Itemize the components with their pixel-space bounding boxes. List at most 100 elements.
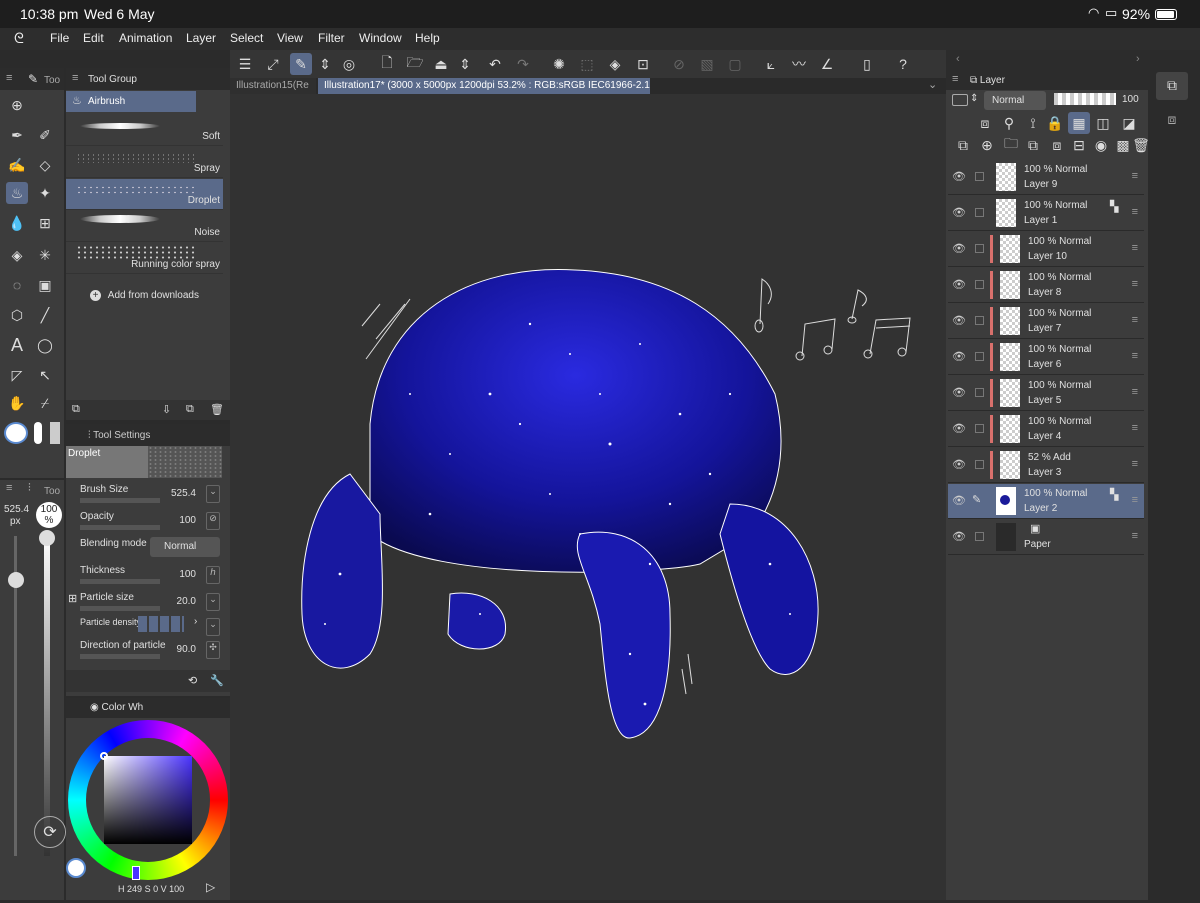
wrench-icon[interactable]: 🔧: [210, 674, 224, 687]
deselect-icon[interactable]: ⊘: [668, 53, 690, 75]
layer-color-icon[interactable]: [952, 94, 968, 106]
reset-icon[interactable]: ⟲: [188, 674, 197, 687]
layer-menu-icon[interactable]: ≡: [1132, 386, 1138, 398]
eye-icon[interactable]: 👁: [952, 170, 966, 183]
lock-icon[interactable]: 🔒: [1044, 112, 1066, 134]
layer-checkbox[interactable]: [975, 460, 984, 469]
current-color-swatch[interactable]: [66, 858, 86, 878]
layer-row-selected[interactable]: 👁 ✎ 100 % Normal Layer 2 ▚ ≡: [948, 484, 1144, 519]
menu-view[interactable]: View: [277, 31, 303, 45]
particle-size-pressure-icon[interactable]: ⌄: [206, 593, 220, 611]
setting-direction-of-particle[interactable]: Direction of particle 90.0 ✣: [66, 636, 222, 662]
ruler-icon[interactable]: ⟀: [760, 53, 782, 75]
transparent-swatch[interactable]: [50, 422, 60, 444]
device-icon[interactable]: ▯: [856, 53, 878, 75]
copy-icon[interactable]: ⧉: [186, 403, 194, 416]
lasso-tool-icon[interactable]: ◌: [6, 274, 28, 296]
direction-bar[interactable]: [80, 654, 160, 659]
layer-menu-icon[interactable]: ≡: [1132, 422, 1138, 434]
add-from-downloads-button[interactable]: + Add from downloads: [90, 290, 199, 301]
tab-illustration17[interactable]: Illustration17* (3000 x 5000px 1200dpi 5…: [318, 78, 650, 94]
eye-icon[interactable]: 👁: [952, 350, 966, 363]
layer-opacity-value[interactable]: 100: [1122, 94, 1139, 105]
line-icon[interactable]: ∠: [816, 53, 838, 75]
setting-blending-mode[interactable]: Blending mode Normal: [66, 534, 222, 560]
mask-enable-icon[interactable]: ◫: [1092, 112, 1114, 134]
thickness-value[interactable]: 100: [179, 569, 196, 580]
brush-mode-icon[interactable]: ✎: [290, 53, 312, 75]
fit-view-icon[interactable]: ⤢: [262, 53, 284, 75]
fill-icon[interactable]: ◈: [604, 53, 626, 75]
saturation-value-square[interactable]: [104, 756, 192, 844]
rotate-icon[interactable]: ⟳: [34, 816, 66, 848]
panel-settings-icon[interactable]: ⧉: [72, 403, 80, 416]
reference-icon[interactable]: ⚲: [998, 112, 1020, 134]
updown3-icon[interactable]: ⇕: [970, 93, 978, 104]
eye-icon[interactable]: 👁: [952, 206, 966, 219]
combine-icon[interactable]: ⊟: [1068, 134, 1090, 156]
layer-checkbox[interactable]: [975, 316, 984, 325]
tool-settings-tab[interactable]: ⫶ Tool Settings: [88, 430, 150, 441]
layer-row[interactable]: 👁 100 % Normal Layer 4 ≡: [948, 412, 1144, 447]
size-slider-thumb[interactable]: [8, 572, 24, 588]
eye-icon[interactable]: 👁: [952, 278, 966, 291]
layer-menu-icon[interactable]: ≡: [1132, 494, 1138, 506]
brush-tab-icon[interactable]: ✎: [28, 72, 38, 86]
brush-size-bar[interactable]: [80, 498, 160, 503]
eye-icon[interactable]: 👁: [952, 242, 966, 255]
airbrush-tool-icon[interactable]: ♨: [6, 182, 28, 204]
layer-checkbox[interactable]: [975, 208, 984, 217]
airbrush-category[interactable]: ♨ Airbrush: [66, 91, 196, 112]
blend-tool-icon[interactable]: 💧: [6, 212, 28, 234]
particle-size-value[interactable]: 20.0: [177, 596, 196, 607]
undo-icon[interactable]: ↶: [484, 53, 506, 75]
frame-tool-icon[interactable]: ◸: [6, 364, 28, 386]
layer-row-paper[interactable]: 👁 ▣ Paper ≡: [948, 520, 1144, 555]
menu-window[interactable]: Window: [359, 31, 402, 45]
expand-icon[interactable]: ⌄: [206, 485, 220, 503]
layer-checkbox[interactable]: [975, 424, 984, 433]
opacity-bar[interactable]: [80, 525, 160, 530]
layer-row[interactable]: 👁 100 % Normal Layer 6 ≡: [948, 340, 1144, 375]
new-file-icon[interactable]: 🗋: [376, 53, 398, 75]
open-folder-icon[interactable]: 🗁: [404, 53, 426, 75]
expand-plus-icon[interactable]: ⊞: [68, 592, 77, 605]
loading-icon[interactable]: ✺: [548, 53, 570, 75]
brush-running-color-spray[interactable]: Running color spray: [66, 243, 223, 274]
eye-icon[interactable]: 👁: [952, 494, 966, 507]
layer-tab[interactable]: ⧉ Layer: [970, 75, 1005, 86]
download-tool-icon[interactable]: ⊕: [6, 94, 28, 116]
hue-handle[interactable]: [132, 866, 140, 880]
layer-row[interactable]: 👁 100 % Normal Layer 7 ≡: [948, 304, 1144, 339]
thickness-pressure-icon[interactable]: ℎ: [206, 566, 220, 584]
layer-checkbox[interactable]: [975, 352, 984, 361]
layer-menu-icon[interactable]: ≡: [1132, 170, 1138, 182]
main-color-swatch[interactable]: [4, 422, 28, 444]
menu-animation[interactable]: Animation: [119, 31, 172, 45]
grid-tool-icon[interactable]: ⊞: [34, 212, 56, 234]
particle-size-bar[interactable]: [80, 606, 160, 611]
color-wheel-tab[interactable]: ◉ Color Wh: [90, 702, 143, 713]
layer-row[interactable]: 👁 100 % Normal Layer 1 ▚ ≡: [948, 196, 1144, 231]
menu-layer[interactable]: Layer: [186, 31, 216, 45]
updown2-icon[interactable]: ⇕: [454, 53, 476, 75]
drawing-canvas[interactable]: [230, 94, 946, 900]
direction-value[interactable]: 90.0: [177, 644, 196, 655]
operation-tool-icon[interactable]: ↖: [34, 364, 56, 386]
new-raster-icon[interactable]: ⧉: [952, 134, 974, 156]
add-mask-icon[interactable]: ◉: [1090, 134, 1112, 156]
setting-thickness[interactable]: Thickness 100 ℎ: [66, 561, 222, 587]
ruler-show-icon[interactable]: ◪: [1118, 112, 1140, 134]
layer-checkbox[interactable]: [975, 280, 984, 289]
eye-icon[interactable]: 👁: [952, 530, 966, 543]
menu-file[interactable]: File: [50, 31, 69, 45]
eye-icon[interactable]: 👁: [952, 386, 966, 399]
eyedropper-icon[interactable]: ⌿: [34, 392, 56, 414]
chevron-right-icon[interactable]: ›: [194, 616, 197, 627]
opacity-pressure-icon[interactable]: ⊘: [206, 512, 220, 530]
layer-row[interactable]: 👁 100 % Normal Layer 9 ≡: [948, 160, 1144, 195]
layer-row[interactable]: 👁 100 % Normal Layer 10 ≡: [948, 232, 1144, 267]
tool-group-tab[interactable]: Tool Group: [88, 74, 137, 85]
layer-menu-icon[interactable]: ≡: [1132, 278, 1138, 290]
save-icon[interactable]: ⏏: [430, 53, 452, 75]
